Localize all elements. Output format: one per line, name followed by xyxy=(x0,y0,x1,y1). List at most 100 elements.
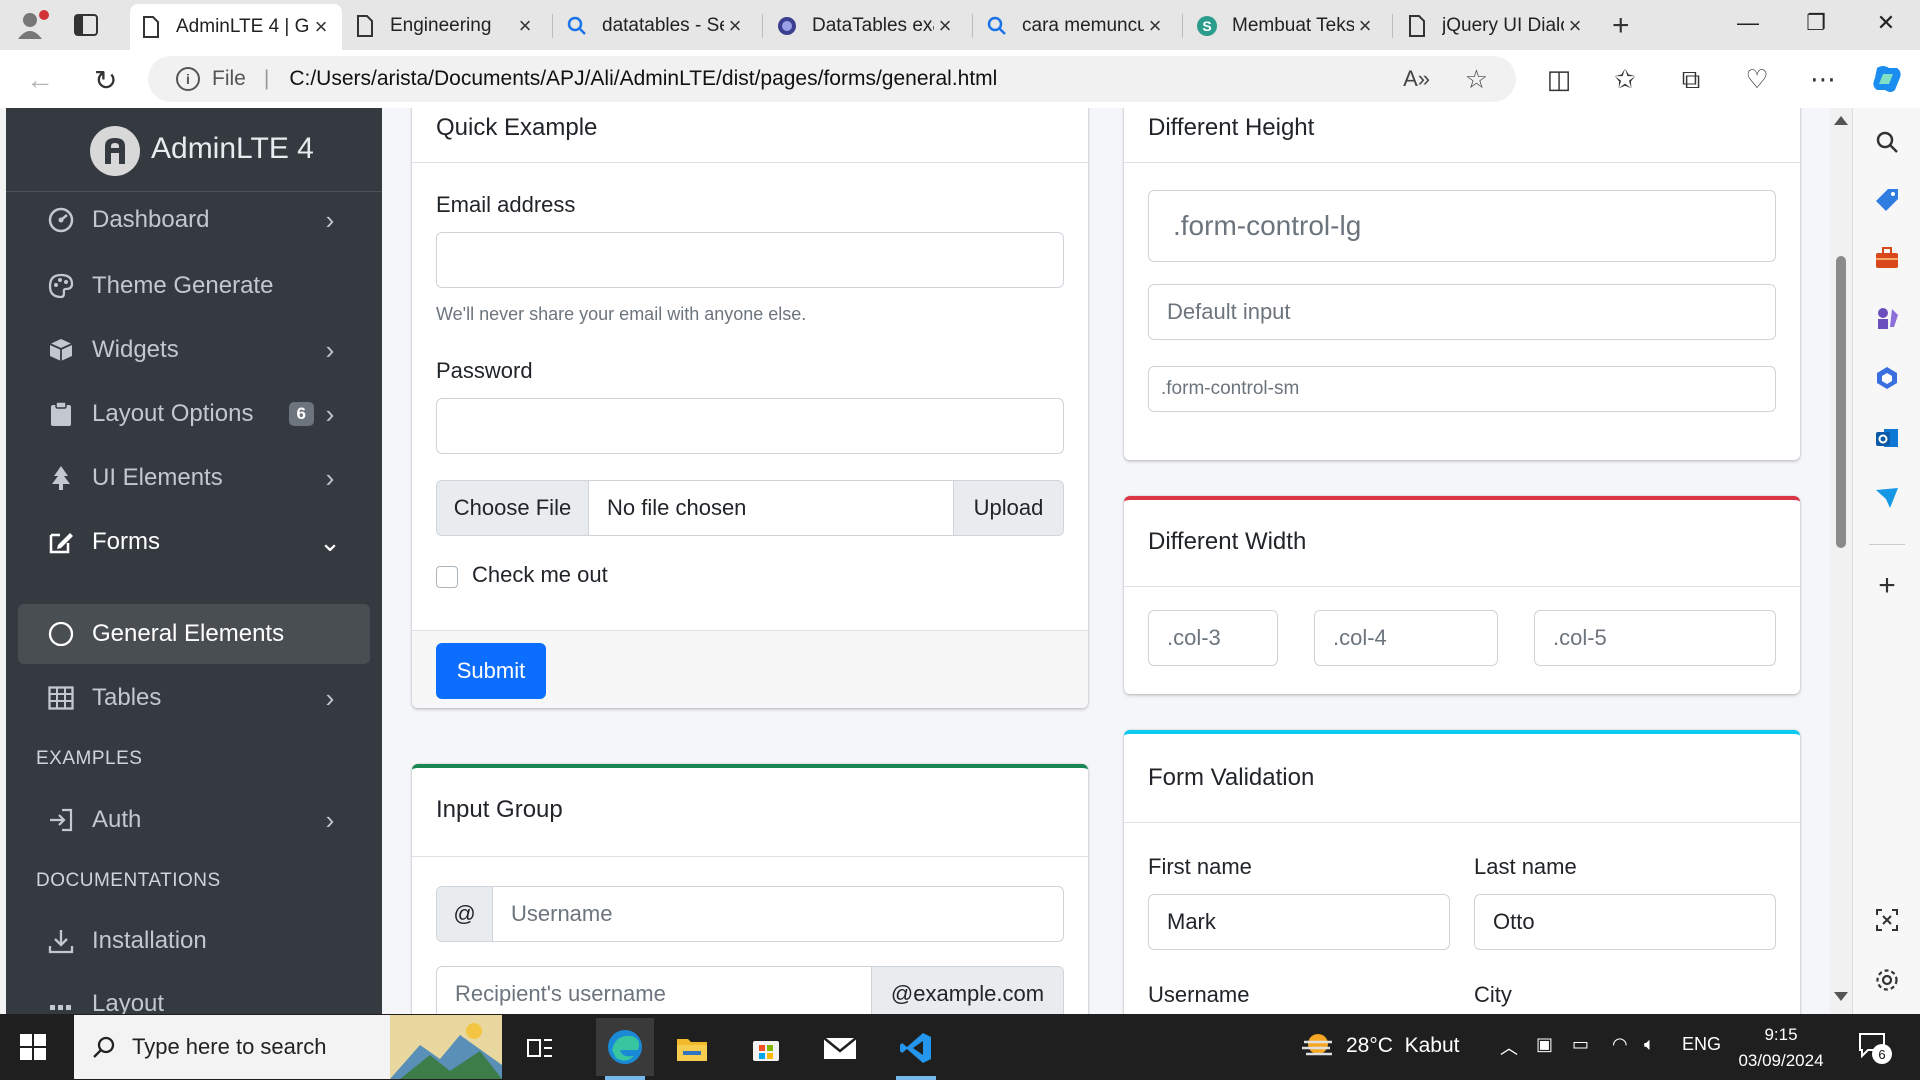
taskbar-search-box[interactable]: Type here to search xyxy=(74,1015,502,1079)
tab-membuat-teks[interactable]: S Membuat Teks × xyxy=(1186,6,1386,46)
chevron-right-icon: › xyxy=(325,204,335,235)
first-name-input[interactable]: Mark xyxy=(1148,894,1450,950)
toolbox-icon[interactable] xyxy=(1873,244,1901,272)
games-icon[interactable] xyxy=(1873,304,1901,332)
sidebar-item-auth[interactable]: Auth › xyxy=(18,790,370,850)
email-field[interactable] xyxy=(436,232,1064,288)
screenshot-icon[interactable] xyxy=(1873,906,1901,934)
tab-separator xyxy=(762,14,763,38)
notification-center-icon[interactable]: 6 xyxy=(1858,1032,1892,1064)
settings-gear-icon[interactable] xyxy=(1873,966,1901,994)
password-field[interactable] xyxy=(436,398,1064,454)
tab-actions-icon[interactable] xyxy=(73,12,99,38)
choose-file-button[interactable]: Choose File xyxy=(437,481,589,535)
read-aloud-icon[interactable]: A» xyxy=(1403,66,1430,92)
tab-adminlte[interactable]: AdminLTE 4 | G × xyxy=(130,4,342,50)
collections-icon[interactable]: ⧉ xyxy=(1674,64,1708,96)
mail-icon[interactable] xyxy=(820,1028,860,1068)
vscode-icon[interactable] xyxy=(896,1028,936,1068)
meet-now-icon[interactable]: ▣ xyxy=(1536,1034,1553,1055)
outlook-icon[interactable] xyxy=(1873,424,1901,452)
reload-icon[interactable]: ↻ xyxy=(94,64,117,97)
scroll-down-arrow-icon[interactable] xyxy=(1834,992,1848,1001)
close-icon[interactable]: × xyxy=(1144,13,1166,39)
upload-button[interactable]: Upload xyxy=(953,481,1063,535)
add-icon[interactable]: + xyxy=(1873,569,1901,602)
page-icon xyxy=(1406,15,1428,37)
system-clock[interactable]: 9:15 03/09/2024 xyxy=(1734,1022,1828,1074)
back-arrow-icon[interactable]: ← xyxy=(26,64,54,96)
minimize-icon[interactable]: — xyxy=(1728,10,1768,36)
check-me-out-checkbox[interactable] xyxy=(436,566,458,588)
new-tab-button[interactable]: + xyxy=(1612,9,1630,43)
file-explorer-icon[interactable] xyxy=(672,1028,712,1068)
url-text[interactable]: C:/Users/arista/Documents/APJ/Ali/AdminL… xyxy=(289,67,997,91)
tab-datatables-search[interactable]: datatables - Se × xyxy=(556,6,756,46)
restore-icon[interactable]: ❐ xyxy=(1796,10,1836,36)
sidebar-item-theme-generate[interactable]: Theme Generate xyxy=(18,256,370,316)
favorite-star-icon[interactable]: ☆ xyxy=(1465,64,1488,95)
tab-separator xyxy=(552,14,553,38)
page-scrollbar[interactable] xyxy=(1830,108,1852,1014)
scrollbar-thumb[interactable] xyxy=(1836,256,1846,548)
microsoft-store-icon[interactable] xyxy=(746,1028,786,1068)
close-icon[interactable]: × xyxy=(1564,13,1586,39)
edge-browser-icon[interactable] xyxy=(596,1018,654,1076)
sidebar-item-forms[interactable]: Forms ⌄ xyxy=(18,512,370,572)
close-window-icon[interactable]: ✕ xyxy=(1866,10,1906,36)
close-icon[interactable]: × xyxy=(934,13,956,39)
volume-icon[interactable]: 🔈︎ xyxy=(1644,1034,1655,1055)
microsoft-365-icon[interactable] xyxy=(1873,364,1901,392)
col-3-input[interactable]: .col-3 xyxy=(1148,610,1278,666)
close-icon[interactable]: × xyxy=(724,13,746,39)
active-app-indicator xyxy=(605,1076,645,1080)
check-me-out-label[interactable]: Check me out xyxy=(472,562,608,588)
weather-widget[interactable]: 28°C Kabut xyxy=(1302,1032,1459,1060)
sidebar-item-layout[interactable]: Layout xyxy=(18,974,370,1014)
username-input[interactable]: Username xyxy=(493,887,1063,941)
sidebar-item-general-elements[interactable]: General Elements xyxy=(18,604,370,664)
split-screen-icon[interactable]: ◫ xyxy=(1542,64,1576,95)
last-name-input[interactable]: Otto xyxy=(1474,894,1776,950)
browser-essentials-icon[interactable]: ♡ xyxy=(1740,64,1774,95)
show-hidden-icons-chevron-icon[interactable]: ︿ xyxy=(1500,1034,1518,1060)
sidebar-item-installation[interactable]: Installation xyxy=(18,911,370,971)
info-icon[interactable]: i xyxy=(176,67,200,91)
windows-start-icon[interactable] xyxy=(20,1034,46,1060)
form-control-sm-input[interactable]: .form-control-sm xyxy=(1148,366,1776,412)
wifi-icon[interactable]: ◠ xyxy=(1612,1034,1628,1055)
form-control-lg-input[interactable]: .form-control-lg xyxy=(1148,190,1776,262)
submit-button[interactable]: Submit xyxy=(436,643,546,699)
battery-icon[interactable]: ▭ xyxy=(1572,1034,1589,1055)
language-indicator[interactable]: ENG xyxy=(1682,1034,1721,1055)
close-icon[interactable]: × xyxy=(310,14,332,40)
recipient-input[interactable]: Recipient's username xyxy=(437,967,871,1014)
col-4-input[interactable]: .col-4 xyxy=(1314,610,1498,666)
default-input[interactable]: Default input xyxy=(1148,284,1776,340)
close-icon[interactable]: × xyxy=(1354,13,1376,39)
tab-jquery-ui-dialog[interactable]: jQuery UI Dialo × xyxy=(1396,6,1596,46)
card-title: Different Height xyxy=(1148,114,1315,141)
sidebar-item-dashboard[interactable]: Dashboard › xyxy=(18,190,370,250)
profile-avatar-icon[interactable] xyxy=(14,9,54,41)
copilot-icon[interactable] xyxy=(1870,64,1904,101)
sidebar-item-tables[interactable]: Tables › xyxy=(18,668,370,728)
sidebar-item-widgets[interactable]: Widgets › xyxy=(18,320,370,380)
scroll-up-arrow-icon[interactable] xyxy=(1834,116,1848,125)
tab-datatables-example[interactable]: DataTables exa × xyxy=(766,6,966,46)
brand-link[interactable]: AdminLTE 4 xyxy=(6,108,382,192)
sidebar-item-layout-options[interactable]: Layout Options 6 › xyxy=(18,384,370,444)
tab-engineering[interactable]: Engineering × xyxy=(344,6,546,46)
shopping-tag-icon[interactable] xyxy=(1873,186,1901,214)
send-icon[interactable] xyxy=(1873,484,1901,512)
sidebar-item-ui-elements[interactable]: UI Elements › xyxy=(18,448,370,508)
col-5-input[interactable]: .col-5 xyxy=(1534,610,1776,666)
sidebar-divider xyxy=(1869,544,1905,545)
url-field[interactable]: i File | C:/Users/arista/Documents/APJ/A… xyxy=(148,56,1516,102)
more-menu-icon[interactable]: ⋯ xyxy=(1806,64,1840,95)
task-view-icon[interactable] xyxy=(520,1028,560,1068)
close-icon[interactable]: × xyxy=(514,13,536,39)
favorites-icon[interactable]: ✩ xyxy=(1608,64,1642,95)
tab-cara-memuncul[interactable]: cara memuncu × xyxy=(976,6,1176,46)
search-icon[interactable] xyxy=(1873,128,1901,156)
